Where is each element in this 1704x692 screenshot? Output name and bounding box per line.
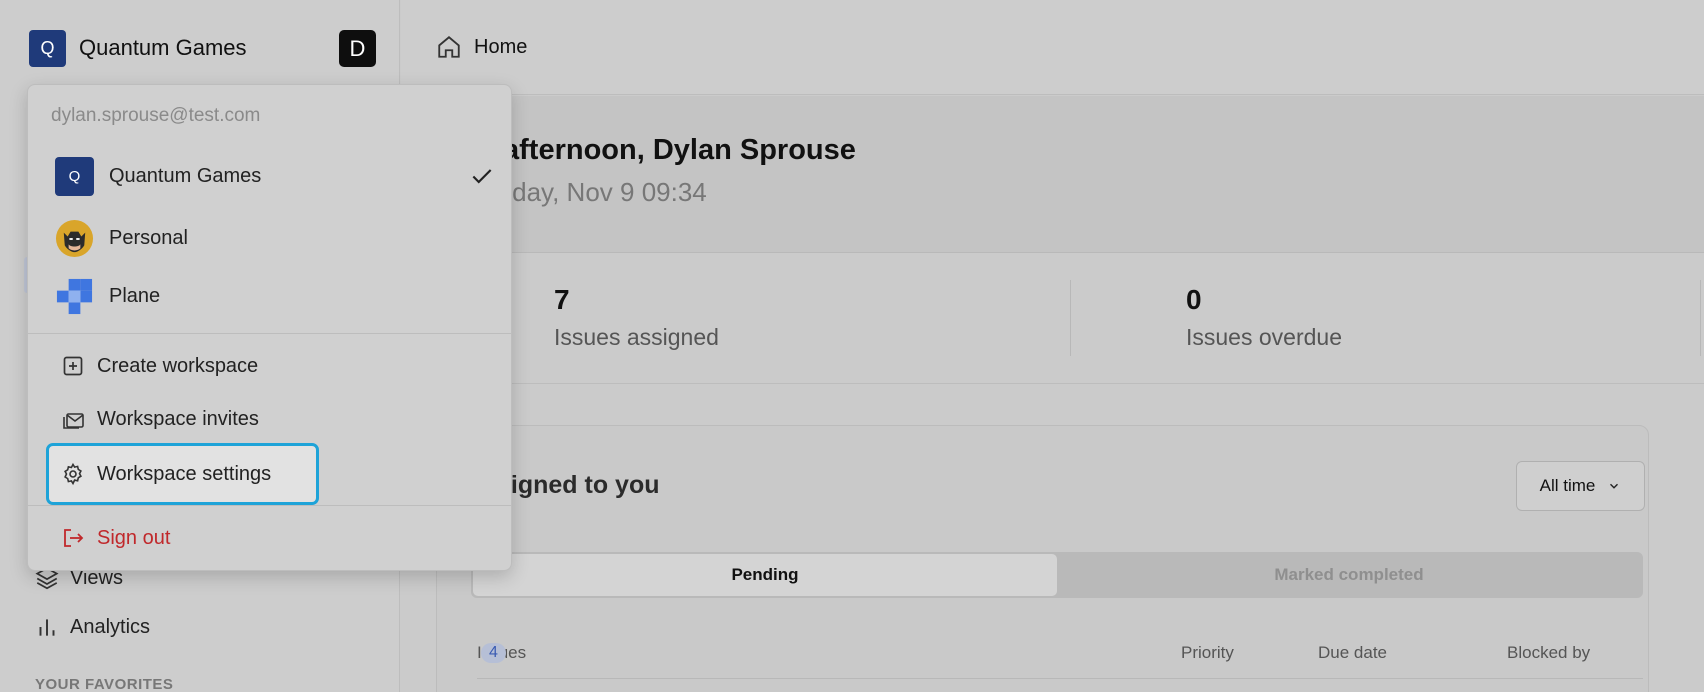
stat-value: 7	[554, 284, 570, 315]
home-icon	[438, 36, 460, 58]
sidebar-item-analytics[interactable]: Analytics	[34, 612, 150, 642]
workspace-settings-button[interactable]: Workspace settings	[46, 443, 319, 505]
menu-item-label: Create workspace	[97, 354, 259, 377]
mail-stack-icon	[63, 413, 84, 429]
sign-out-button[interactable]: Sign out	[61, 522, 170, 554]
breadcrumb[interactable]: Home	[474, 36, 527, 59]
column-priority: Priority	[1181, 643, 1234, 662]
check-icon	[472, 169, 492, 184]
favorites-header: YOUR FAVORITES	[35, 676, 174, 692]
menu-item-label: Workspace settings	[97, 462, 272, 485]
bar-chart-icon	[39, 619, 55, 636]
sign-out-icon	[64, 529, 84, 547]
chevron-down-icon	[1610, 483, 1619, 489]
workspace-option-plane[interactable]: Plane	[55, 276, 495, 316]
gear-icon	[64, 462, 82, 486]
column-blocked-by: Blocked by	[1507, 643, 1591, 662]
workspace-dropdown-menu: dylan.sprouse@test.com Q Quantum Games P…	[27, 84, 512, 571]
stat-label: Issues overdue	[1186, 324, 1342, 350]
issue-tabs: Pending Marked completed	[471, 552, 1643, 598]
stats-panel: 7 Issues assigned 0 Issues overdue	[401, 254, 1704, 384]
plus-square-icon	[63, 356, 83, 376]
stat-divider	[1700, 280, 1701, 356]
menu-divider	[28, 333, 511, 334]
workspace-invites-button[interactable]: Workspace invites	[61, 403, 259, 435]
workspace-logo: Q	[29, 29, 66, 67]
tab-marked-completed[interactable]: Marked completed	[1057, 554, 1641, 596]
workspace-name: Quantum Games	[79, 35, 247, 60]
menu-item-label: Workspace invites	[97, 407, 259, 430]
sidebar-item-label: Analytics	[70, 615, 151, 638]
workspace-option-label: Personal	[109, 226, 188, 249]
issues-count-badge: 4	[481, 643, 506, 663]
table-header: Issues4 Priority Due date Blocked by	[477, 643, 1643, 679]
user-email: dylan.sprouse@test.com	[51, 105, 261, 126]
stat-issues-assigned[interactable]: 7 Issues assigned	[554, 284, 719, 351]
greeting-section: afternoon, Dylan Sprouse urday, Nov 9 09…	[401, 96, 1704, 253]
plane-logo-icon	[56, 278, 93, 314]
menu-divider	[28, 505, 511, 506]
workspace-logo: Q	[55, 156, 94, 196]
top-bar: Home	[401, 0, 1704, 95]
user-avatar[interactable]: D	[339, 30, 376, 67]
time-filter-dropdown[interactable]: All time	[1516, 461, 1645, 511]
stat-value: 0	[1186, 284, 1202, 315]
workspace-option-personal[interactable]: Personal	[55, 218, 495, 258]
sidebar-nav: Views Analytics	[34, 563, 150, 661]
create-workspace-button[interactable]: Create workspace	[61, 350, 258, 382]
stat-divider	[1070, 280, 1071, 356]
column-due-date: Due date	[1318, 643, 1387, 662]
workspace-option-quantum-games[interactable]: Q Quantum Games	[55, 156, 495, 196]
stat-issues-overdue[interactable]: 0 Issues overdue	[1186, 284, 1342, 351]
menu-item-label: Sign out	[97, 526, 171, 549]
workspace-switcher[interactable]: Q Quantum Games D	[29, 29, 376, 67]
tab-pending[interactable]: Pending	[473, 554, 1057, 596]
workspace-option-label: Quantum Games	[109, 164, 262, 187]
filter-label: All time	[1539, 476, 1596, 495]
greeting-date: urday, Nov 9 09:34	[489, 177, 707, 207]
greeting-title: afternoon, Dylan Sprouse	[503, 134, 856, 166]
batman-avatar-icon	[55, 219, 94, 257]
stat-label: Issues assigned	[554, 324, 719, 350]
assigned-issues-card: signed to you All time Pending Marked co…	[436, 425, 1649, 692]
workspace-option-label: Plane	[109, 284, 161, 307]
card-title: signed to you	[497, 471, 660, 499]
